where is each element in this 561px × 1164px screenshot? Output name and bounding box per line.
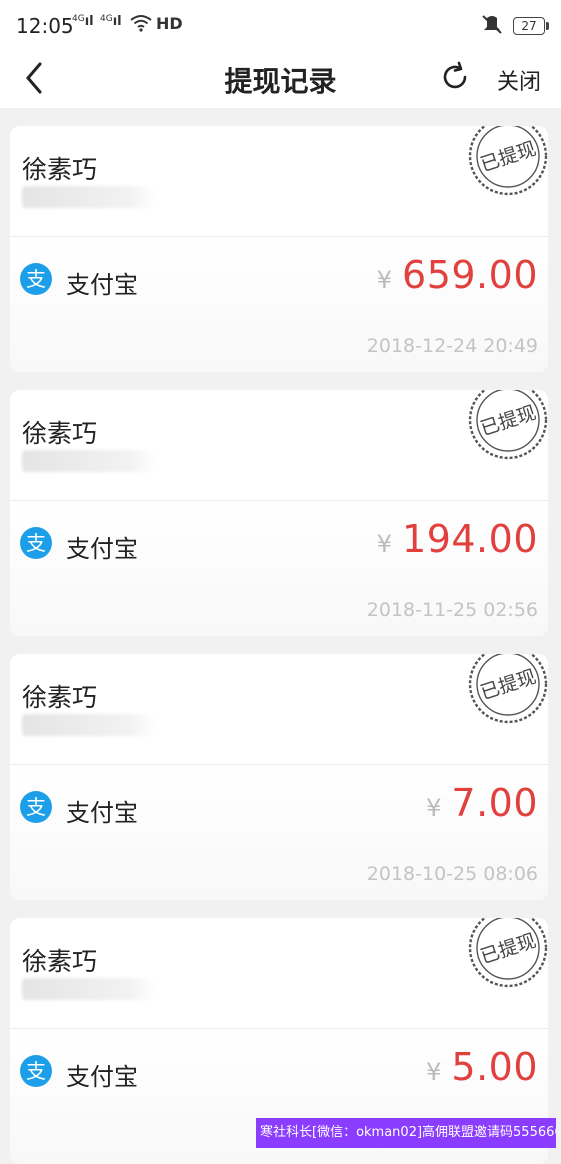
alipay-icon: 支 <box>20 791 52 823</box>
alipay-icon: 支 <box>20 263 52 295</box>
currency-symbol: ¥ <box>376 266 393 294</box>
payee-name: 徐素巧 <box>22 683 98 712</box>
record-datetime: 2018-12-24 20:49 <box>366 335 538 357</box>
record-details: 支 支付宝 ¥ 194.00 2018-11-25 02:56 <box>10 501 548 636</box>
payment-method: 支付宝 <box>66 535 138 563</box>
amount-group: ¥ 194.00 <box>377 517 538 561</box>
payee-name: 徐素巧 <box>22 947 98 976</box>
masked-account <box>22 186 156 208</box>
svg-text:已提现: 已提现 <box>478 138 539 177</box>
amount: 7.00 <box>451 781 538 825</box>
amount: 5.00 <box>451 1045 538 1089</box>
currency-symbol: ¥ <box>426 1058 442 1086</box>
signal-4g-1-icon: 4Gıl <box>72 14 94 29</box>
svg-text:已提现: 已提现 <box>478 402 539 441</box>
record-details: 支 支付宝 ¥ 659.00 2018-12-24 20:49 <box>10 237 548 372</box>
nav-bar: 提现记录 关闭 <box>0 56 561 108</box>
record-datetime: 2018-11-25 02:56 <box>366 599 538 621</box>
svg-text:已提现: 已提现 <box>478 930 539 969</box>
svg-text:已提现: 已提现 <box>478 666 539 705</box>
payee-name: 徐素巧 <box>22 155 98 184</box>
masked-account <box>22 450 156 472</box>
page-title: 提现记录 <box>224 65 337 98</box>
payment-method: 支付宝 <box>66 799 138 827</box>
alipay-icon: 支 <box>20 527 52 559</box>
currency-symbol: ¥ <box>376 530 393 558</box>
refresh-icon <box>443 61 467 89</box>
payment-method: 支付宝 <box>66 1063 138 1091</box>
masked-account <box>22 714 156 736</box>
currency-symbol: ¥ <box>426 794 442 822</box>
withdrawal-record[interactable]: 徐素巧 已提现 支 支付宝 ¥ 7.00 2018-10-25 08:06 <box>10 654 548 900</box>
withdrawal-record[interactable]: 徐素巧 已提现 支 支付宝 ¥ 659.00 2018-12-24 20:49 <box>10 126 548 372</box>
amount-group: ¥ 7.00 <box>426 781 538 825</box>
mute-vibrate-icon <box>481 14 503 38</box>
alipay-icon: 支 <box>20 1055 52 1087</box>
withdrawn-stamp-icon: 已提现 <box>468 390 548 460</box>
withdrawn-stamp-icon: 已提现 <box>468 654 548 724</box>
amount-group: ¥ 5.00 <box>426 1045 538 1089</box>
withdrawn-stamp-icon: 已提现 <box>468 126 548 196</box>
masked-account <box>22 978 156 1000</box>
status-bar: 12:05 4Gıl 4Gıl HD 27 <box>0 0 561 56</box>
battery-icon: 27 <box>513 17 549 35</box>
record-details: 支 支付宝 ¥ 7.00 2018-10-25 08:06 <box>10 765 548 900</box>
amount: 659.00 <box>402 253 538 297</box>
withdrawal-record[interactable]: 徐素巧 已提现 支 支付宝 ¥ 194.00 2018-11-25 02:56 <box>10 390 548 636</box>
status-time: 12:05 <box>16 14 74 38</box>
watermark-banner: 寒社科长[微信：okman02]高佣联盟邀请码555666 <box>256 1118 556 1148</box>
refresh-button[interactable] <box>438 60 472 94</box>
signal-4g-2-icon: 4Gıl <box>100 14 122 29</box>
record-datetime: 2018-10-25 08:06 <box>366 863 538 885</box>
amount: 194.00 <box>402 517 538 561</box>
close-button[interactable]: 关闭 <box>497 64 541 96</box>
wifi-icon <box>130 14 152 37</box>
hd-icon: HD <box>156 14 183 33</box>
payment-method: 支付宝 <box>66 271 138 299</box>
withdrawn-stamp-icon: 已提现 <box>468 918 548 988</box>
amount-group: ¥ 659.00 <box>377 253 538 297</box>
payee-name: 徐素巧 <box>22 419 98 448</box>
